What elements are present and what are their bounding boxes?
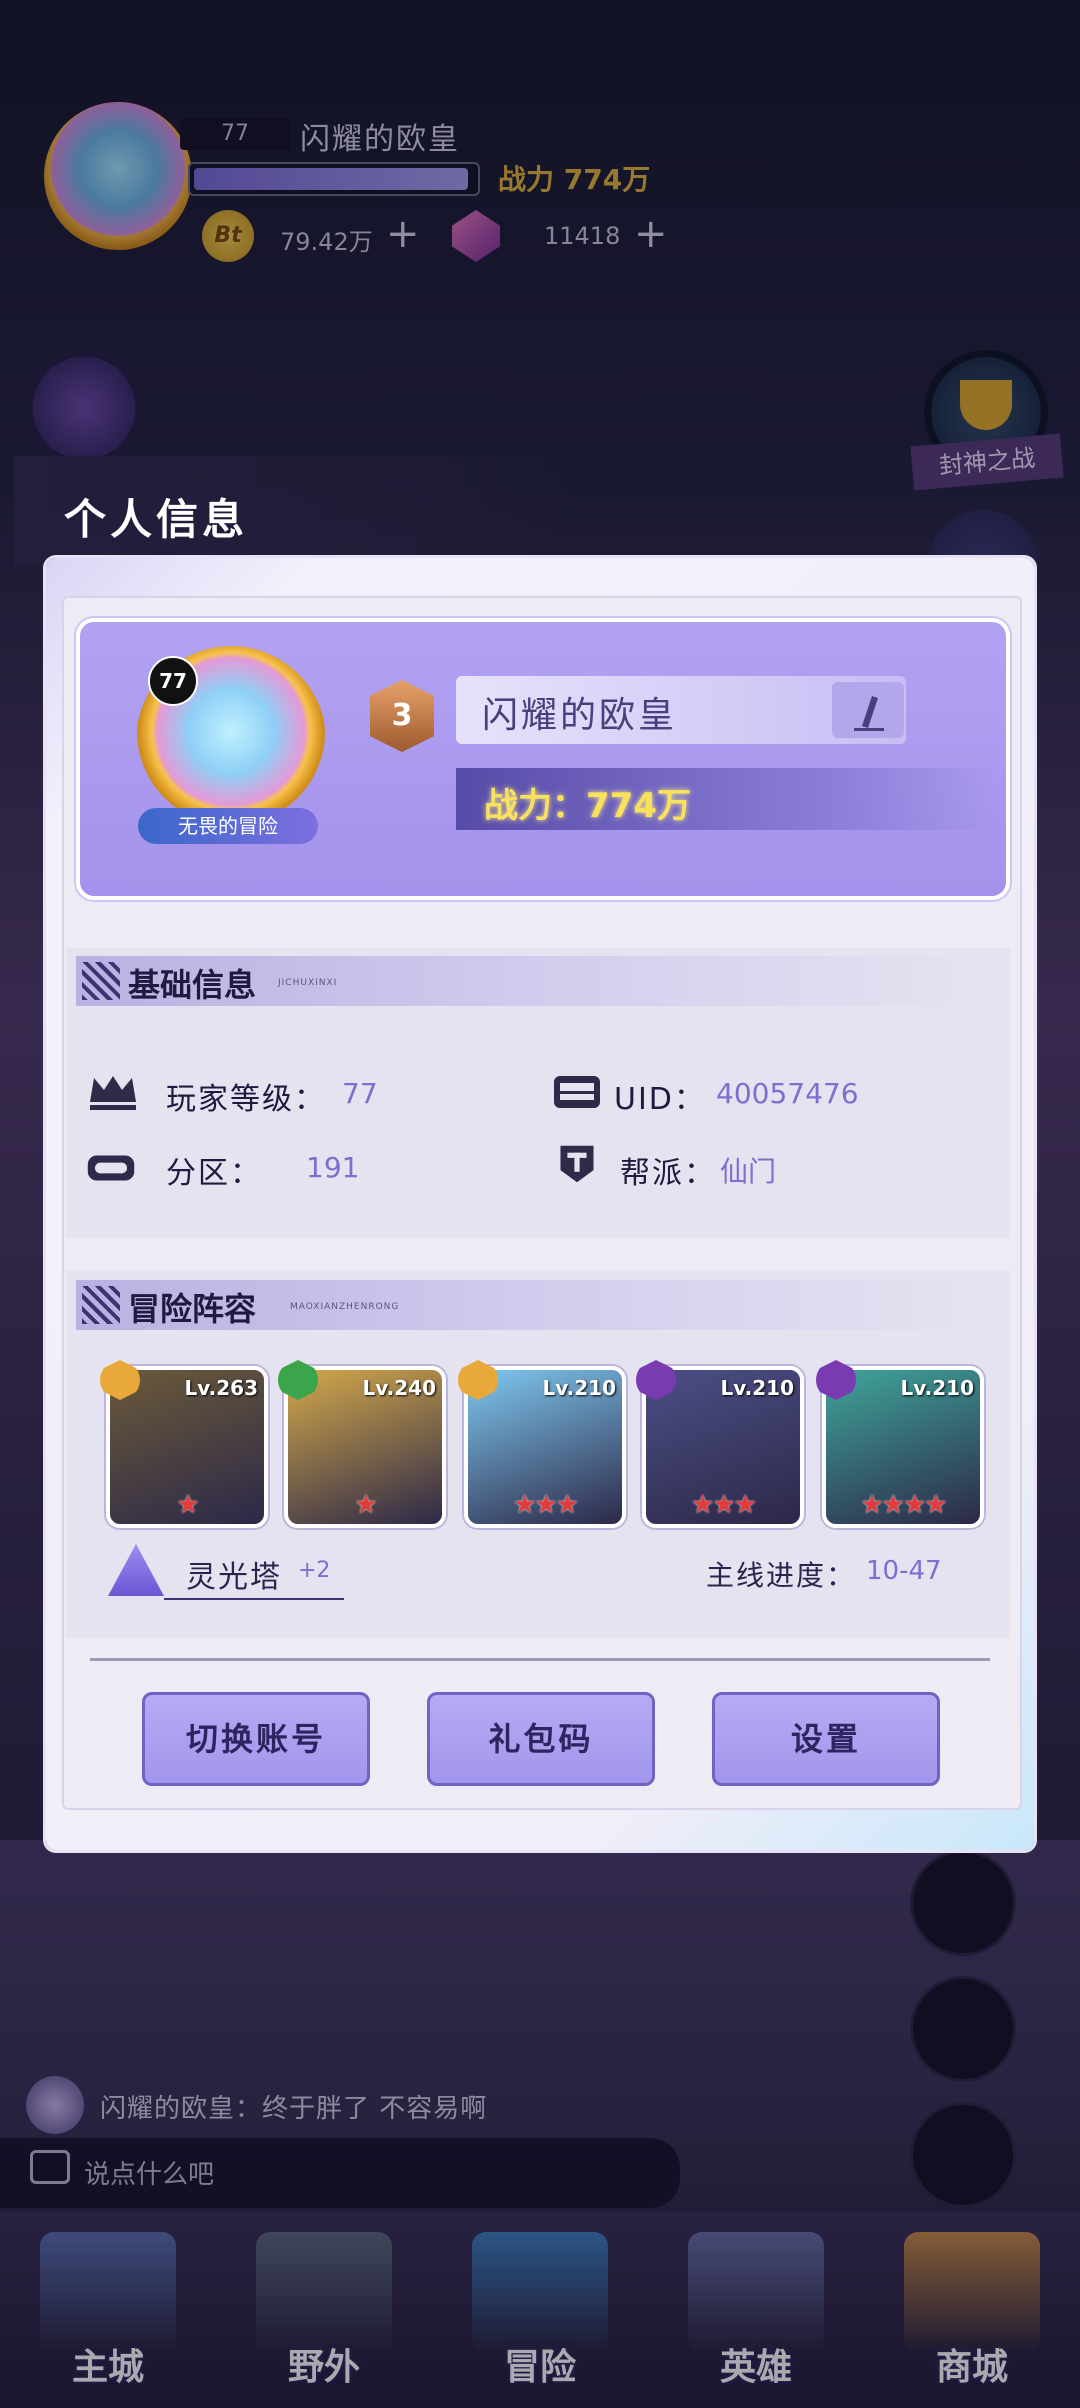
- hero-card[interactable]: Lv.240 ★: [278, 1360, 446, 1528]
- hero-level: Lv.240: [362, 1376, 437, 1400]
- hero-stars: ★★★: [513, 1490, 579, 1520]
- zone-value: 191: [306, 1151, 360, 1184]
- player-level-label: 玩家等级：: [166, 1082, 326, 1117]
- crown-icon: [90, 1076, 136, 1110]
- settings-button[interactable]: 设置: [712, 1692, 940, 1786]
- guild-icon: [560, 1145, 594, 1183]
- tower-label[interactable]: 灵光塔: [186, 1552, 282, 1596]
- stripes-icon: [82, 962, 120, 1000]
- hero-stars: ★★★: [691, 1490, 757, 1520]
- main-progress-value: 10-47: [866, 1556, 942, 1586]
- edit-name-button[interactable]: [832, 682, 904, 738]
- hero-card[interactable]: Lv.210 ★★★: [458, 1360, 626, 1528]
- hero-level: Lv.210: [542, 1376, 617, 1400]
- hero-level: Lv.263: [184, 1376, 259, 1400]
- section-title: 基础信息: [128, 966, 257, 1004]
- guild-label: 帮派：: [620, 1156, 716, 1191]
- main-progress-label: 主线进度：: [706, 1559, 857, 1592]
- avatar-level-badge: 77: [148, 656, 198, 706]
- hero-card[interactable]: Lv.263 ★: [100, 1360, 268, 1528]
- modal-title: 个人信息: [64, 495, 249, 544]
- section-subtitle: JICHUXINXI: [278, 978, 338, 988]
- section-subtitle: MAOXIANZHENRONG: [290, 1302, 400, 1312]
- gift-code-button[interactable]: 礼包码: [427, 1692, 655, 1786]
- team-header: 冒险阵容 MAOXIANZHENRONG: [76, 1280, 996, 1330]
- hero-card[interactable]: Lv.210 ★★★★: [816, 1360, 984, 1528]
- avatar-title-ribbon: 无畏的冒险: [138, 808, 318, 844]
- guild-value[interactable]: 仙门: [720, 1150, 776, 1190]
- hero-stars: ★: [354, 1490, 377, 1520]
- pencil-icon: [854, 696, 884, 731]
- id-card-icon: [554, 1076, 600, 1108]
- hero-stars: ★★★★: [860, 1490, 947, 1520]
- hero-level: Lv.210: [720, 1376, 795, 1400]
- section-title: 冒险阵容: [128, 1290, 257, 1328]
- player-level-value: 77: [342, 1077, 378, 1110]
- zone-label: 分区：: [166, 1156, 262, 1191]
- switch-account-button[interactable]: 切换账号: [142, 1692, 370, 1786]
- tower-bonus: +2: [298, 1558, 331, 1583]
- uid-value[interactable]: 40057476: [716, 1077, 859, 1110]
- server-icon: [87, 1155, 135, 1181]
- profile-power: 战力：774万: [484, 786, 691, 826]
- stripes-icon: [82, 1286, 120, 1324]
- profile-name: 闪耀的欧皇: [482, 695, 678, 736]
- hero-stars: ★: [176, 1490, 199, 1520]
- tower-underline: [164, 1598, 344, 1600]
- uid-label: UID：: [614, 1082, 706, 1117]
- hero-level: Lv.210: [900, 1376, 975, 1400]
- hero-card[interactable]: Lv.210 ★★★: [636, 1360, 804, 1528]
- basic-info-header: 基础信息 JICHUXINXI: [76, 956, 996, 1006]
- divider: [90, 1658, 990, 1661]
